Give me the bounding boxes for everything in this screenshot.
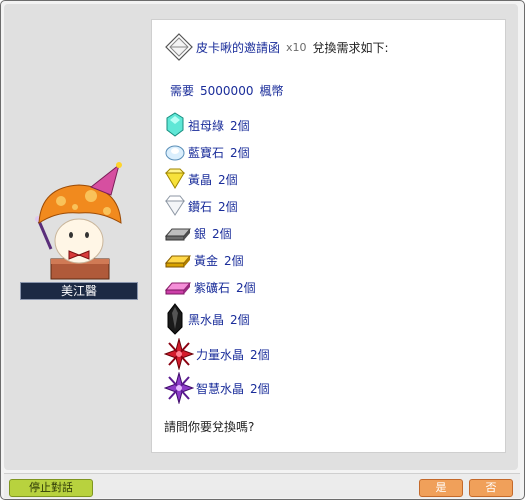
item-name: 銀 <box>194 226 207 241</box>
requirement-item-sapphire: 藍寶石 2個 <box>164 139 250 165</box>
item-count: 2個 <box>236 280 256 295</box>
item-count: 2個 <box>230 145 250 160</box>
requirement-item-amethyst: 紫礦石 2個 <box>164 274 256 300</box>
item-name: 紫礦石 <box>194 280 231 295</box>
requirement-item-emerald: 祖母綠 2個 <box>164 112 250 138</box>
mesos-label: 需要 <box>170 84 195 98</box>
item-name: 黃晶 <box>188 172 213 187</box>
requirement-item-silver: 銀 2個 <box>164 220 232 246</box>
requirement-item-power-crystal: 力量水晶 2個 <box>163 337 270 371</box>
item-name: 鑽石 <box>188 199 213 214</box>
item-count: 2個 <box>218 199 238 214</box>
item-name: 力量水晶 <box>196 347 245 362</box>
amethyst-icon <box>164 274 192 300</box>
item-count: 2個 <box>230 312 250 327</box>
item-name: 黃金 <box>194 253 219 268</box>
diamond-icon <box>164 193 186 219</box>
item-count: 2個 <box>224 253 244 268</box>
item-count: 2個 <box>212 226 232 241</box>
emerald-icon <box>164 112 186 138</box>
item-name: 黑水晶 <box>188 312 225 327</box>
requirement-item-gold: 黃金 2個 <box>164 247 244 273</box>
mesos-unit: 楓幣 <box>259 84 284 98</box>
item-count: 2個 <box>230 118 250 133</box>
npc-dialog-window: 美江醫 皮卡啾的邀請函 x10 兌換需求如下: 需要 5000000 楓幣 祖母… <box>0 0 525 500</box>
exchange-question: 請問你要兌換嗎? <box>164 418 254 435</box>
wisdom-crystal-icon <box>163 371 195 405</box>
black-crystal-icon <box>164 303 186 335</box>
item-count: 2個 <box>218 172 238 187</box>
yes-button[interactable]: 是 <box>419 479 463 497</box>
item-count: 2個 <box>250 381 270 396</box>
invitation-quantity: x10 <box>286 40 307 54</box>
invitation-item-name: 皮卡啾的邀請函 <box>196 40 281 55</box>
invitation-letter-icon <box>164 32 194 62</box>
requirement-item-black-crystal: 黑水晶 2個 <box>164 303 250 335</box>
item-name: 藍寶石 <box>188 145 225 160</box>
mesos-amount: 5000000 <box>200 83 254 98</box>
silver-icon <box>164 220 192 246</box>
requirement-item-topaz: 黃晶 2個 <box>164 166 238 192</box>
header-row: 皮卡啾的邀請函 x10 兌換需求如下: <box>164 32 389 62</box>
topaz-icon <box>164 166 186 192</box>
npc-name-plate: 美江醫 <box>20 282 138 300</box>
item-count: 2個 <box>250 347 270 362</box>
item-name: 智慧水晶 <box>196 381 245 396</box>
exchange-requirement-text: 兌換需求如下: <box>312 40 389 55</box>
gold-icon <box>164 247 192 273</box>
requirement-item-wisdom-crystal: 智慧水晶 2個 <box>163 371 270 405</box>
sapphire-icon <box>164 139 186 165</box>
no-button[interactable]: 否 <box>469 479 513 497</box>
mesos-requirement: 需要 5000000 楓幣 <box>170 82 283 99</box>
dialog-content: 皮卡啾的邀請函 x10 兌換需求如下: 需要 5000000 楓幣 祖母綠 2個… <box>151 19 506 453</box>
power-crystal-icon <box>163 337 195 371</box>
requirement-item-diamond: 鑽石 2個 <box>164 193 238 219</box>
question-text: 請問你要兌換嗎? <box>164 420 255 434</box>
item-name: 祖母綠 <box>188 118 225 133</box>
stop-conversation-button[interactable]: 停止對話 <box>9 479 93 497</box>
mushroom-npc-icon <box>35 162 122 280</box>
